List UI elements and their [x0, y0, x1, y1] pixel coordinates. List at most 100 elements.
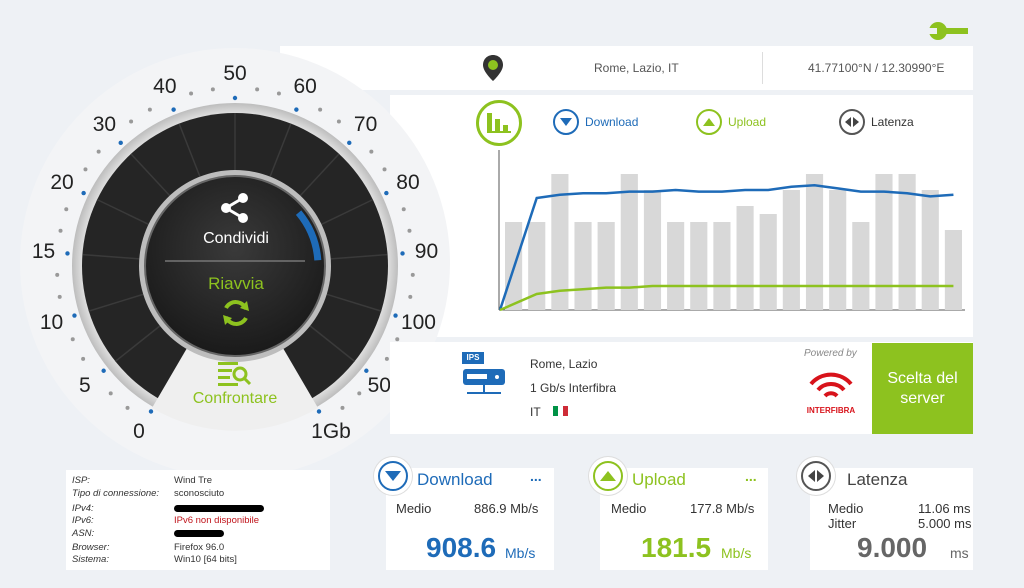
- gauge-major-tick: [364, 368, 369, 373]
- gauge-minor-tick: [336, 119, 341, 124]
- gauge-minor-tick: [70, 337, 75, 342]
- gauge-tick-label: 20: [50, 170, 74, 194]
- choose-server-button[interactable]: Scelta del server: [872, 343, 973, 434]
- gauge-minor-tick: [55, 272, 60, 277]
- upload-value: 181.5: [641, 532, 712, 563]
- gauge-major-tick: [118, 140, 123, 146]
- share-label[interactable]: Condividi: [186, 230, 286, 248]
- latency-bar: [736, 206, 754, 310]
- gauge-minor-tick: [125, 405, 130, 410]
- latency-bar: [643, 190, 662, 310]
- italy-flag-icon: [553, 406, 568, 416]
- gauge-major-tick: [316, 409, 322, 414]
- share-icon[interactable]: [219, 192, 251, 224]
- latency-bar: [829, 190, 847, 310]
- gauge-tick-label: 90: [414, 239, 439, 263]
- gauge-major-tick: [393, 313, 398, 318]
- latency-card-icon: [797, 457, 835, 495]
- legend-download-label: Download: [585, 115, 639, 129]
- info-value: Wind Tre: [174, 475, 213, 486]
- gauge-major-tick: [232, 95, 238, 101]
- gauge-tick-label: 15: [31, 239, 56, 263]
- gauge-major-tick: [171, 107, 176, 112]
- upload-arrow-icon: [696, 109, 722, 135]
- gauge-minor-tick: [369, 149, 374, 154]
- download-avg-value: 886.9 Mb/s: [474, 501, 539, 516]
- gauge-tick-label: 5: [79, 373, 91, 397]
- speed-chart: [498, 150, 965, 312]
- gauge-minor-tick: [276, 91, 281, 96]
- location-coords: 41.77100°N / 12.30990°E: [808, 61, 945, 75]
- wrench-icon[interactable]: [928, 20, 968, 42]
- info-key: ISP:: [72, 475, 90, 486]
- gauge-tick-label: 10: [39, 310, 64, 334]
- latency-avg-value: 11.06 ms: [918, 501, 971, 516]
- chart-toggle-button[interactable]: [476, 100, 522, 146]
- upload-avg-label: Medio: [611, 501, 647, 516]
- gauge-minor-tick: [410, 272, 415, 277]
- download-more-button[interactable]: ...: [530, 468, 542, 484]
- info-value: Firefox 96.0: [174, 542, 225, 553]
- gauge-minor-tick: [58, 228, 63, 233]
- gauge-tick-label: 60: [293, 75, 317, 99]
- ips-badge: IPS: [462, 352, 484, 364]
- gauge-minor-tick: [147, 107, 152, 112]
- info-key: ASN:: [72, 528, 95, 539]
- upload-card-icon: [589, 457, 627, 495]
- gauge-major-tick: [101, 368, 106, 373]
- latency-bar: [782, 190, 800, 310]
- info-key: Tipo di connessione:: [72, 488, 160, 499]
- latency-jitter-label: Jitter: [828, 516, 857, 531]
- gauge-tick-label: 0: [133, 420, 145, 444]
- refresh-icon[interactable]: [219, 296, 253, 330]
- download-card-title: Download: [417, 470, 493, 489]
- latency-bar: [574, 222, 592, 310]
- gauge-minor-tick: [395, 337, 400, 342]
- gauge-minor-tick: [357, 391, 362, 396]
- compare-icon[interactable]: [218, 360, 252, 388]
- gauge-tick-label: 70: [353, 113, 378, 137]
- legend-download[interactable]: Download: [553, 109, 638, 135]
- redacted-value: [174, 505, 264, 512]
- gauge-tick-label: 50: [223, 62, 247, 85]
- gauge-minor-tick: [318, 107, 323, 112]
- gauge-major-tick: [400, 251, 405, 256]
- gauge-minor-tick: [210, 87, 215, 92]
- server-link: 1 Gb/s Interfibra: [530, 381, 617, 395]
- gauge-minor-tick: [129, 119, 134, 124]
- gauge-tick-label: 30: [92, 113, 117, 137]
- gauge-tick-label: 40: [153, 75, 177, 99]
- info-value: IPv6 non disponibile: [174, 515, 260, 526]
- latency-unit: ms: [950, 545, 969, 561]
- gauge-major-tick: [72, 313, 77, 318]
- gauge-minor-tick: [64, 207, 69, 212]
- gauge-minor-tick: [401, 207, 406, 212]
- legend-upload[interactable]: Upload: [696, 109, 766, 135]
- gauge-major-tick: [81, 190, 86, 196]
- gauge-major-tick: [65, 251, 70, 256]
- download-unit: Mb/s: [505, 545, 536, 561]
- latency-bar: [875, 174, 893, 310]
- legend-latency[interactable]: Latenza: [839, 109, 914, 135]
- latency-bar: [597, 222, 615, 310]
- latency-bar: [805, 174, 824, 310]
- gauge-major-tick: [294, 107, 299, 112]
- gauge-minor-tick: [384, 356, 389, 361]
- gauge-minor-tick: [57, 294, 62, 299]
- latency-arrows-icon: [839, 109, 865, 135]
- legend-latency-label: Latenza: [871, 115, 914, 129]
- latency-bar: [713, 222, 731, 310]
- choose-server-label[interactable]: Scelta del server: [880, 369, 965, 409]
- upload-more-button[interactable]: ...: [745, 468, 757, 484]
- legend-upload-label: Upload: [728, 115, 767, 129]
- gauge-minor-tick: [81, 356, 86, 361]
- restart-label[interactable]: Riavvia: [186, 274, 286, 294]
- gauge-minor-tick: [408, 294, 413, 299]
- upload-unit: Mb/s: [721, 545, 752, 561]
- compare-label[interactable]: Confrontare: [180, 390, 290, 408]
- info-key: Sistema:: [72, 554, 109, 565]
- redacted-value: [174, 530, 224, 537]
- latency-bar: [944, 230, 962, 310]
- server-city: Rome, Lazio: [530, 357, 598, 371]
- latency-bar: [759, 214, 777, 310]
